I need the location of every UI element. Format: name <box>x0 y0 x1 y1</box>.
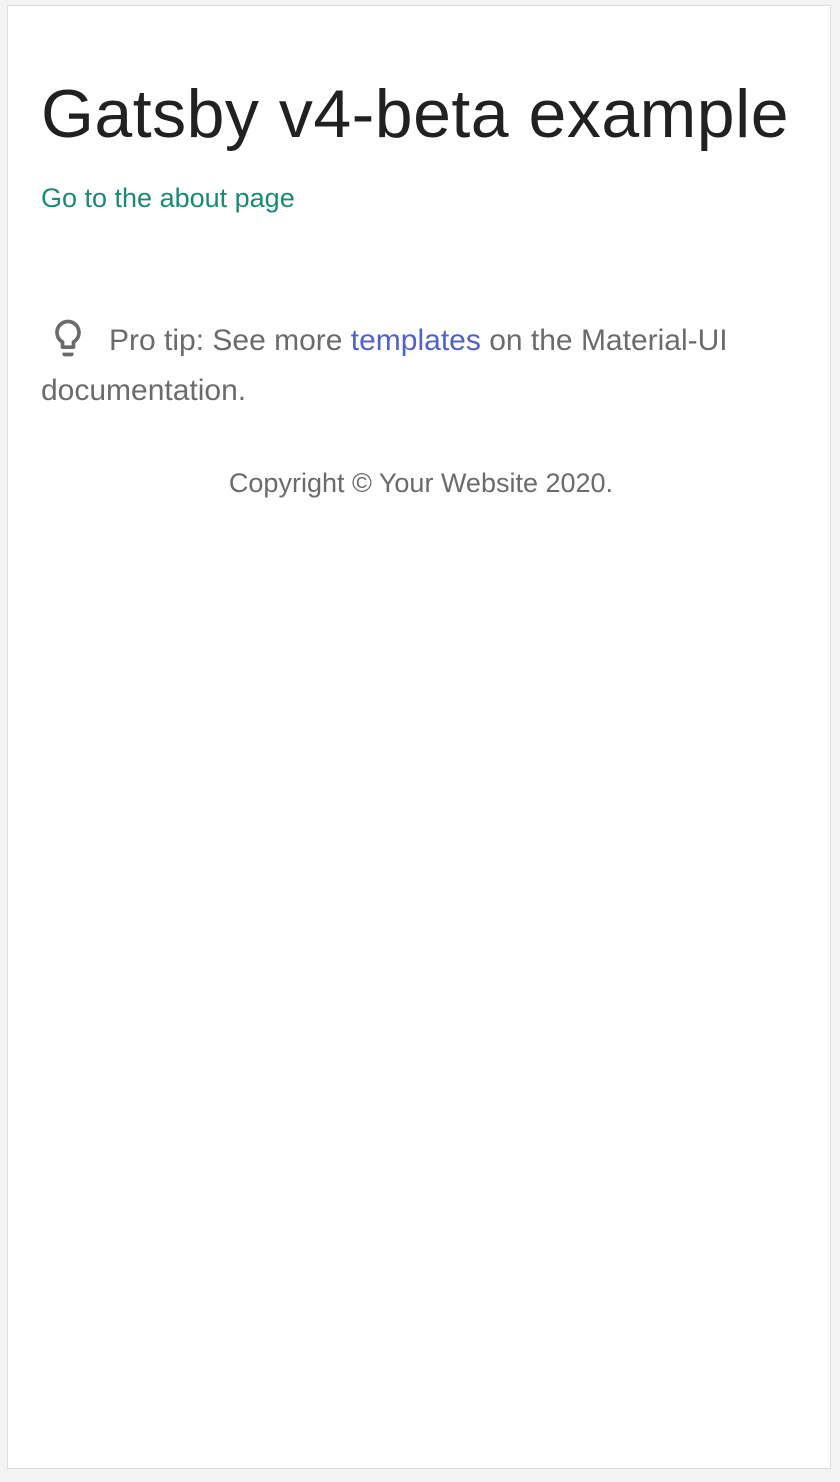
about-page-link[interactable]: Go to the about page <box>41 180 295 216</box>
pro-tip: Pro tip: See more templates on the Mater… <box>41 316 801 416</box>
lightbulb-icon <box>55 319 81 357</box>
templates-link[interactable]: templates <box>351 324 481 357</box>
page-title: Gatsby v4-beta example <box>41 76 790 152</box>
page-container: Gatsby v4-beta example Go to the about p… <box>7 5 831 1469</box>
copyright-text: Copyright © Your Website 2020. <box>228 468 614 498</box>
pro-tip-prefix: Pro tip: See more <box>109 324 351 357</box>
